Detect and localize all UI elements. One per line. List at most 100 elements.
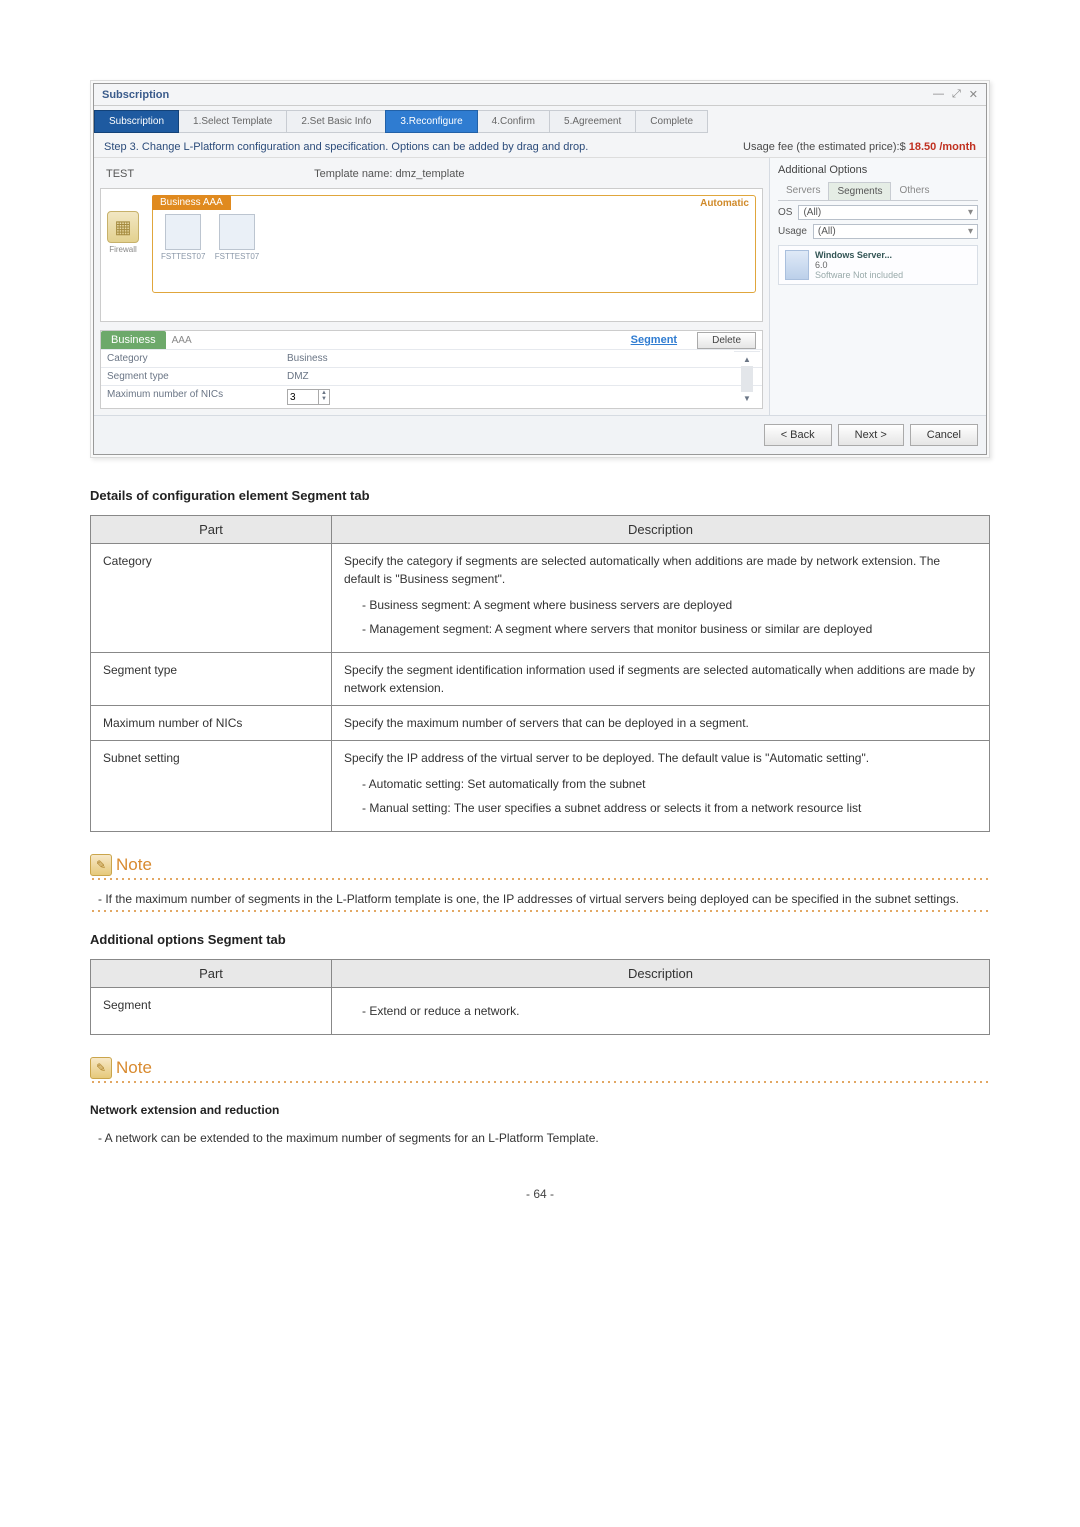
col-desc: Description — [332, 516, 990, 544]
usage-fee-price: 18.50 /month — [909, 141, 976, 153]
cell-desc: Specify the maximum number of servers th… — [332, 706, 990, 741]
detail-tab[interactable]: Business — [101, 331, 166, 349]
section-heading: Details of configuration element Segment… — [90, 488, 990, 503]
nic-input[interactable] — [288, 390, 318, 404]
note-icon: ✎ — [90, 854, 112, 876]
segment-name: AAA — [203, 197, 223, 208]
delete-button[interactable]: Delete — [697, 332, 756, 349]
options-tab-servers[interactable]: Servers — [778, 182, 828, 200]
next-button[interactable]: Next > — [838, 424, 904, 446]
cell-desc: Specify the IP address of the virtual se… — [332, 741, 990, 832]
firewall-icon: ▦ — [107, 211, 139, 243]
business-segment-box[interactable]: Business AAA Automatic FSTTEST07 FSTTEST… — [152, 195, 756, 293]
options-tab-segments[interactable]: Segments — [828, 182, 891, 200]
segment-link[interactable]: Segment — [631, 334, 677, 346]
window-title: Subscription — [102, 89, 169, 101]
additional-options-panel: Additional Options Servers Segments Othe… — [769, 158, 986, 415]
server-label: FSTTEST07 — [215, 252, 259, 261]
note-divider — [90, 910, 990, 912]
embedded-screenshot: Subscription — ⤢ ✕ Subscription 1.Select… — [90, 80, 990, 458]
crumb-complete[interactable]: Complete — [635, 110, 708, 133]
col-part: Part — [91, 960, 332, 988]
crumb-step4[interactable]: 4.Confirm — [477, 110, 550, 133]
list-item: Manual setting: The user specifies a sub… — [362, 799, 977, 817]
os-label: OS — [778, 207, 792, 218]
col-desc: Description — [332, 960, 990, 988]
note-divider — [90, 1081, 990, 1083]
server-node[interactable]: FSTTEST07 — [161, 214, 205, 261]
back-button[interactable]: < Back — [764, 424, 832, 446]
row-segtype-value[interactable]: DMZ — [281, 367, 762, 385]
crumb-step1[interactable]: 1.Select Template — [178, 110, 287, 133]
detail-name: AAA — [166, 335, 192, 346]
note-body: If the maximum number of segments in the… — [90, 890, 990, 908]
note-heading: ✎ Note — [90, 854, 990, 876]
cell-desc-text: Specify the category if segments are sel… — [344, 554, 940, 586]
page-number: - 64 - — [90, 1187, 990, 1201]
list-item: Extend or reduce a network. — [362, 1002, 977, 1020]
cell-desc: Extend or reduce a network. — [332, 988, 990, 1035]
usage-label: Usage — [778, 226, 807, 237]
segment-detail-panel: Business AAA Segment Delete Category Bus… — [100, 330, 763, 409]
crumb-subscription[interactable]: Subscription — [94, 110, 179, 133]
note-divider — [90, 878, 990, 880]
row-category-value[interactable]: Business — [281, 349, 762, 367]
panel-scrollbar[interactable]: ▲ ▼ — [734, 351, 760, 406]
subsection-heading: Network extension and reduction — [90, 1103, 990, 1117]
body-text: A network can be extended to the maximum… — [90, 1129, 990, 1147]
firewall-label: Firewall — [109, 245, 137, 254]
cell-part: Segment type — [91, 653, 332, 706]
image-card-version: 6.0 — [815, 260, 903, 270]
note-label: Note — [116, 1058, 152, 1078]
server-icon — [165, 214, 201, 250]
step-instruction: Step 3. Change L-Platform configuration … — [104, 141, 588, 153]
cell-part: Subnet setting — [91, 741, 332, 832]
options-tab-others[interactable]: Others — [891, 182, 937, 200]
wizard-breadcrumb: Subscription 1.Select Template 2.Set Bas… — [94, 106, 986, 137]
maximize-icon[interactable]: ⤢ — [952, 88, 961, 101]
image-card-title: Windows Server... — [815, 250, 903, 260]
additional-options-table: Part Description Segment Extend or reduc… — [90, 959, 990, 1035]
image-icon — [785, 250, 809, 280]
image-card[interactable]: Windows Server... 6.0 Software Not inclu… — [778, 245, 978, 285]
template-label: TEST — [106, 168, 134, 180]
topology-canvas[interactable]: ▦ Firewall Business AAA Automatic FSTTES… — [100, 188, 763, 322]
cell-part: Segment — [91, 988, 332, 1035]
row-segtype-label: Segment type — [101, 367, 281, 385]
usage-select[interactable]: (All) — [813, 224, 978, 239]
image-card-soft-value: Not included — [853, 270, 903, 280]
segment-details-table: Part Description Category Specify the ca… — [90, 515, 990, 832]
col-part: Part — [91, 516, 332, 544]
row-nic-value: ▲▼ — [281, 385, 762, 408]
note-heading: ✎ Note — [90, 1057, 990, 1079]
cell-desc: Specify the segment identification infor… — [332, 653, 990, 706]
firewall-node[interactable]: ▦ Firewall — [107, 211, 139, 254]
os-select[interactable]: (All) — [798, 205, 978, 220]
cancel-button[interactable]: Cancel — [910, 424, 978, 446]
minimize-icon[interactable]: — — [933, 88, 944, 101]
cell-desc-text: Specify the IP address of the virtual se… — [344, 751, 869, 765]
section-heading: Additional options Segment tab — [90, 932, 990, 947]
image-card-soft-label: Software — [815, 270, 851, 280]
note-icon: ✎ — [90, 1057, 112, 1079]
crumb-step3[interactable]: 3.Reconfigure — [385, 110, 477, 133]
scroll-up-icon[interactable]: ▲ — [743, 355, 751, 364]
server-node[interactable]: FSTTEST07 — [215, 214, 259, 261]
options-title: Additional Options — [778, 164, 978, 176]
spinner-down-icon[interactable]: ▼ — [319, 396, 329, 402]
usage-fee-label: Usage fee (the estimated price):$ — [743, 141, 906, 153]
cell-part: Maximum number of NICs — [91, 706, 332, 741]
list-item: Business segment: A segment where busine… — [362, 596, 977, 614]
crumb-step2[interactable]: 2.Set Basic Info — [286, 110, 386, 133]
crumb-step5[interactable]: 5.Agreement — [549, 110, 636, 133]
server-icon — [219, 214, 255, 250]
nic-spinner[interactable]: ▲▼ — [287, 389, 330, 405]
note-label: Note — [116, 855, 152, 875]
template-name: Template name: dmz_template — [314, 168, 464, 180]
close-icon[interactable]: ✕ — [969, 88, 978, 101]
segment-auto-label: Automatic — [700, 198, 749, 209]
list-item: Automatic setting: Set automatically fro… — [362, 775, 977, 793]
row-category-label: Category — [101, 349, 281, 367]
scroll-down-icon[interactable]: ▼ — [743, 394, 751, 403]
list-item: Management segment: A segment where serv… — [362, 620, 977, 638]
